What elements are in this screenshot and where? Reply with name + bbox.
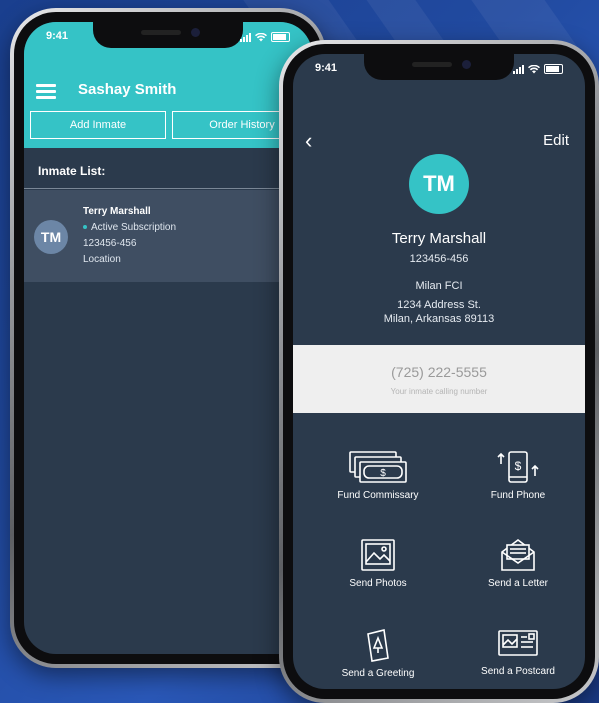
inmate-avatar: TM: [34, 220, 68, 254]
send-letter-label: Send a Letter: [487, 578, 549, 589]
send-photos-button[interactable]: Send Photos: [308, 538, 448, 589]
divider: [24, 188, 312, 189]
send-postcard-button[interactable]: Send a Postcard: [448, 628, 585, 677]
fund-commissary-button[interactable]: $ Fund Commissary: [308, 450, 448, 501]
signal-icon: [240, 32, 251, 42]
inmate-id: 123456-456: [409, 253, 469, 265]
fund-phone-label: Fund Phone: [490, 490, 546, 501]
status-time: 9:41: [315, 62, 338, 74]
address-line-2: Milan, Arkansas 89113: [383, 313, 495, 325]
send-greeting-button[interactable]: Send a Greeting: [308, 628, 448, 679]
inmate-location: Location: [83, 254, 121, 265]
subscription-status: Active Subscription: [83, 222, 176, 233]
send-photos-label: Send Photos: [349, 578, 407, 589]
greeting-card-icon: [367, 629, 389, 662]
wifi-icon: [528, 64, 540, 73]
battery-icon: [544, 64, 563, 74]
photo-icon: [361, 539, 395, 571]
inmate-list-item[interactable]: TM Terry Marshall Active Subscription 12…: [24, 190, 312, 282]
inmate-detail-screen: 9:41 ‹ Edit TM Terry Marshall 123456-456…: [293, 54, 585, 689]
inmate-avatar: TM: [409, 154, 469, 214]
inmate-list-heading: Inmate List:: [38, 164, 106, 178]
status-time: 9:41: [46, 30, 69, 42]
wifi-icon: [255, 32, 267, 41]
signal-icon: [513, 64, 524, 74]
calling-number-label: Your inmate calling number: [390, 387, 488, 396]
calling-number: (725) 222-5555: [391, 364, 487, 380]
svg-text:$: $: [515, 459, 522, 473]
cash-icon: $: [349, 451, 407, 483]
hamburger-menu-icon[interactable]: [36, 84, 56, 99]
active-dot-icon: [83, 225, 87, 230]
address-line-1: 1234 Address St.: [397, 299, 481, 311]
user-name: Sashay Smith: [78, 81, 177, 98]
calling-number-card: (725) 222-5555 Your inmate calling numbe…: [293, 345, 585, 413]
status-bar: 9:41: [315, 62, 563, 78]
inmate-name: Terry Marshall: [391, 230, 487, 247]
envelope-icon: [501, 539, 535, 571]
inmate-list-screen: 9:41 Sashay Smith Add Inmate Order Histo…: [24, 22, 312, 654]
subscription-label: Active Subscription: [91, 222, 177, 233]
edit-button[interactable]: Edit: [543, 132, 569, 149]
send-greeting-label: Send a Greeting: [341, 668, 415, 679]
phone-dollar-icon: $: [497, 451, 539, 483]
status-bar: 9:41: [46, 30, 290, 46]
postcard-icon: [498, 630, 538, 656]
svg-text:$: $: [380, 468, 386, 479]
add-inmate-button[interactable]: Add Inmate: [30, 111, 166, 139]
fund-commissary-label: Fund Commissary: [337, 490, 419, 501]
fund-phone-button[interactable]: $ Fund Phone: [448, 450, 585, 501]
facility-name: Milan FCI: [415, 280, 463, 292]
inmate-name: Terry Marshall: [83, 206, 151, 217]
battery-icon: [271, 32, 290, 42]
inmate-id: 123456-456: [83, 238, 137, 249]
back-chevron-icon[interactable]: ‹: [305, 128, 312, 154]
phone-inmate-detail: 9:41 ‹ Edit TM Terry Marshall 123456-456…: [279, 40, 599, 703]
send-letter-button[interactable]: Send a Letter: [448, 538, 585, 589]
send-postcard-label: Send a Postcard: [481, 666, 555, 677]
